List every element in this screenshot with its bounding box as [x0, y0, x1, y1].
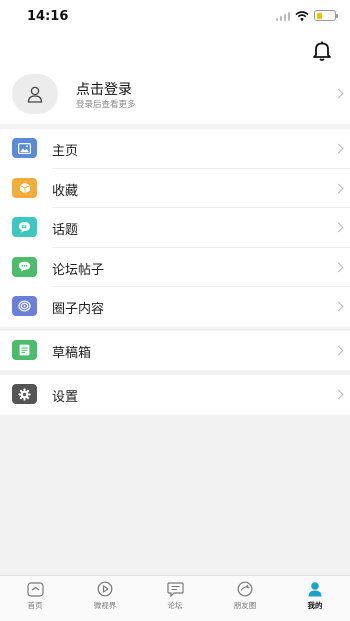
menu-item-drafts[interactable]: 草稿箱 [0, 331, 350, 371]
chevron-right-icon [333, 88, 344, 99]
chevron-right-icon [333, 262, 344, 272]
tab-label: 朋友圈 [233, 601, 257, 610]
tab-home[interactable]: 首页 [0, 576, 70, 621]
tab-label: 论坛 [167, 601, 183, 610]
menu-item-forum-posts[interactable]: 论坛帖子 [0, 248, 350, 287]
chevron-right-icon [333, 183, 344, 193]
menu-item-home[interactable]: 主页 [0, 129, 350, 169]
wifi-icon [295, 10, 309, 21]
status-icons [275, 10, 338, 21]
menu-group-main: 主页 收藏 话题 论坛帖子 圈子内容 [0, 129, 350, 327]
user-icon [306, 581, 324, 597]
login-row[interactable]: 点击登录 登录后查看更多 [0, 70, 350, 124]
avatar[interactable] [12, 74, 58, 114]
image-icon [12, 138, 37, 158]
tab-forum[interactable]: 论坛 [140, 576, 210, 621]
user-outline-icon [27, 86, 43, 103]
chevron-right-icon [333, 143, 344, 154]
tab-mine[interactable]: 我的 [280, 576, 350, 621]
top-header [0, 34, 350, 70]
battery-icon [314, 10, 338, 21]
play-icon [96, 581, 114, 597]
moments-icon [236, 581, 254, 597]
signal-icon [275, 11, 290, 21]
tab-moments[interactable]: 朋友圈 [210, 576, 280, 621]
draft-icon [12, 340, 37, 360]
tab-micro-vision[interactable]: 微视界 [70, 576, 140, 621]
menu-group-settings: 设置 [0, 375, 350, 415]
chat-icon [12, 256, 37, 277]
menu-label: 话题 [52, 223, 79, 238]
menu-group-drafts: 草稿箱 [0, 331, 350, 371]
menu-item-circle-content[interactable]: 圈子内容 [0, 287, 350, 327]
chevron-right-icon [333, 222, 344, 233]
forum-icon [166, 581, 184, 597]
gear-icon [12, 384, 37, 404]
menu-label: 论坛帖子 [52, 262, 105, 278]
menu-label: 主页 [52, 144, 79, 159]
cube-icon [12, 177, 37, 198]
status-bar: 14:16 [0, 0, 350, 34]
login-title[interactable]: 点击登录 [76, 79, 132, 99]
topic-icon [12, 217, 37, 237]
menu-label: 设置 [52, 390, 79, 405]
home-icon [26, 581, 44, 597]
menu-item-topics[interactable]: 话题 [0, 208, 350, 248]
bottom-tab-bar: 首页 微视界 论坛 朋友圈 我的 [0, 575, 350, 621]
menu-label: 草稿箱 [52, 346, 92, 361]
bell-icon[interactable] [312, 40, 332, 62]
circle-icon [12, 296, 37, 316]
chevron-right-icon [333, 345, 344, 356]
chevron-right-icon [333, 389, 344, 400]
tab-label: 我的 [307, 601, 323, 610]
tab-label: 首页 [27, 601, 43, 610]
menu-label: 圈子内容 [52, 302, 105, 317]
menu-item-settings[interactable]: 设置 [0, 375, 350, 415]
menu-label: 收藏 [52, 183, 79, 199]
login-subtitle: 登录后查看更多 [76, 100, 136, 110]
status-time: 14:16 [27, 9, 69, 24]
chevron-right-icon [333, 301, 344, 312]
menu-item-favorites[interactable]: 收藏 [0, 169, 350, 208]
tab-label: 微视界 [93, 601, 117, 610]
